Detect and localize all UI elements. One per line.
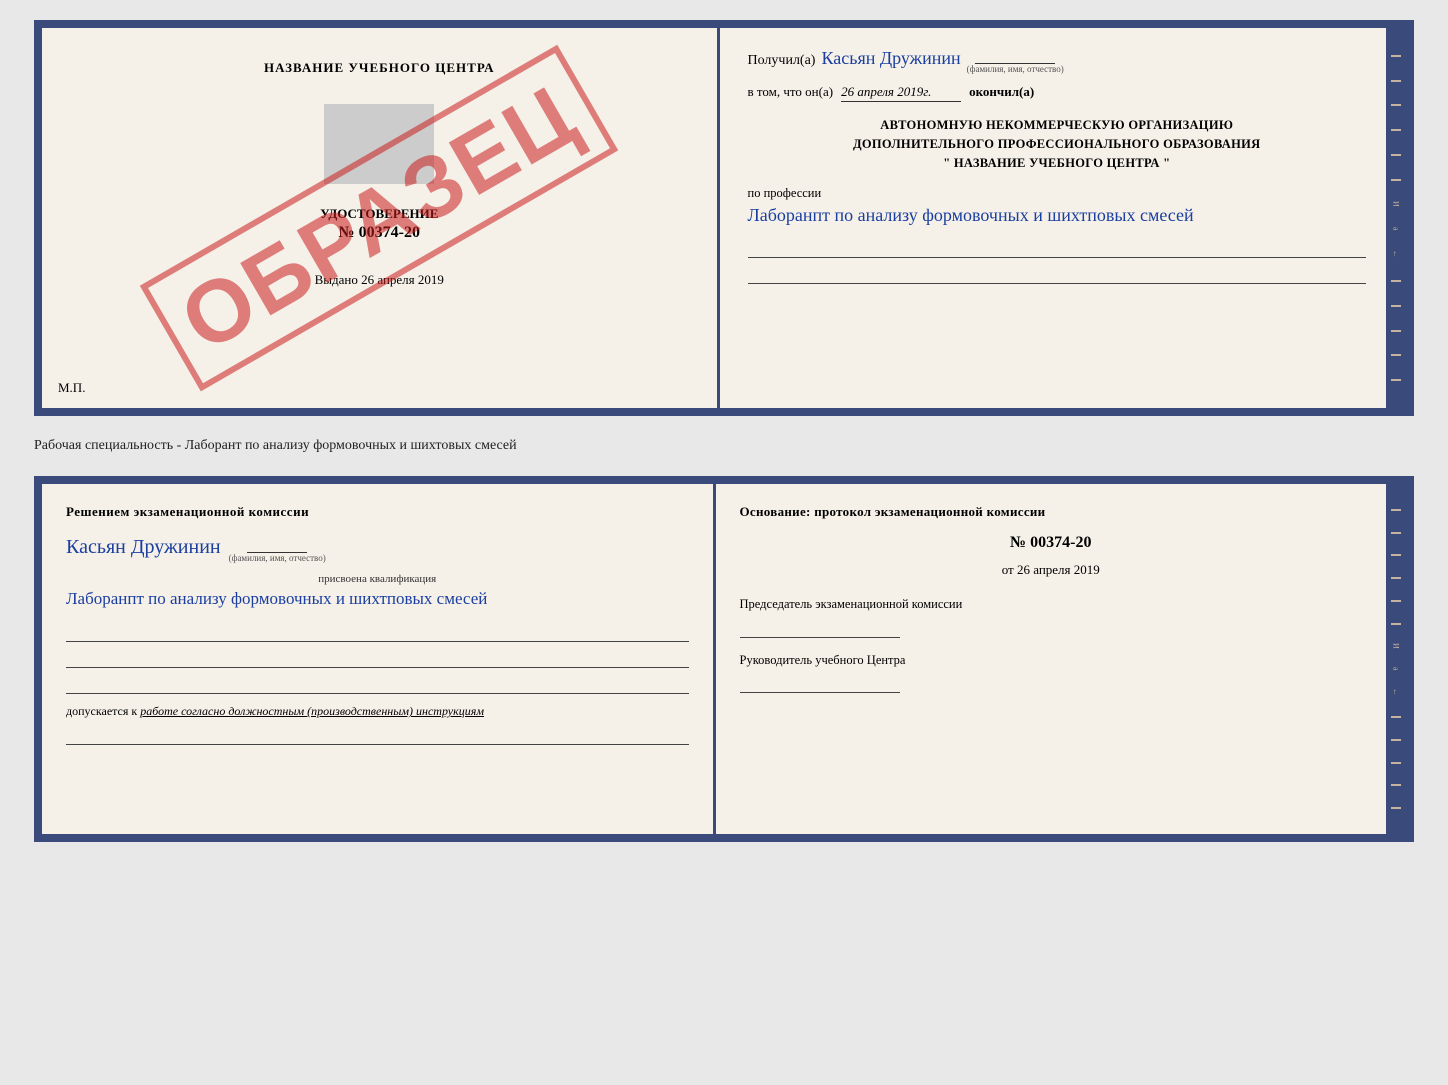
dopusk-text: работе согласно должностным (производств…	[140, 704, 484, 718]
bottom-left-panel: Решением экзаменационной комиссии Касьян…	[42, 484, 713, 834]
certificate-number: 00374-20	[359, 224, 420, 241]
vydano-date: 26 апреля 2019	[361, 272, 444, 287]
sig-line-2	[66, 648, 689, 668]
ot-date-value: 26 апреля 2019	[1017, 562, 1100, 577]
dash-7	[1391, 280, 1401, 282]
signature-lines	[66, 622, 689, 694]
udost-label: УДОСТОВЕРЕНИЕ	[320, 206, 438, 222]
po-prof-line: по профессии	[748, 186, 1367, 201]
poluchil-label: Получил(а)	[748, 53, 816, 69]
org-line2: ДОПОЛНИТЕЛЬНОГО ПРОФЕССИОНАЛЬНОГО ОБРАЗО…	[748, 135, 1367, 154]
photo-placeholder	[324, 104, 434, 184]
edge-label-и: И	[1392, 201, 1401, 208]
num-prefix: №	[339, 224, 355, 241]
predsedatel-label: Председатель экзаменационной комиссии	[740, 596, 1363, 614]
blank-line-1	[748, 238, 1367, 258]
prisvoyena-label: присвоена квалификация	[66, 573, 689, 585]
poluchil-line: Получил(а) Касьян Дружинин (фамилия, имя…	[748, 48, 1367, 74]
b-dash-10	[1391, 784, 1401, 786]
predsedatel-section: Председатель экзаменационной комиссии	[740, 596, 1363, 638]
org-block: АВТОНОМНУЮ НЕКОММЕРЧЕСКУЮ ОРГАНИЗАЦИЮ ДО…	[748, 116, 1367, 172]
vydano-label: Выдано	[315, 272, 358, 287]
b-dash-4	[1391, 577, 1401, 579]
bottom-right-edge-dashes: И а ←	[1386, 484, 1406, 834]
protocol-num-prefix: №	[1010, 534, 1026, 551]
b-dash-9	[1391, 762, 1401, 764]
b-edge-label-и: И	[1392, 643, 1401, 650]
dash-2	[1391, 80, 1401, 82]
dopusk-line	[66, 725, 689, 745]
completion-date: 26 апреля 2019г.	[841, 84, 961, 102]
bottom-name-sublabel: (фамилия, имя, отчество)	[229, 553, 326, 563]
dash-8	[1391, 305, 1401, 307]
ot-date-line: от 26 апреля 2019	[740, 562, 1363, 578]
top-left-panel: НАЗВАНИЕ УЧЕБНОГО ЦЕНТРА УДОСТОВЕРЕНИЕ №…	[42, 28, 717, 408]
dash-10	[1391, 354, 1401, 356]
mp-label: М.П.	[58, 380, 85, 396]
qualification-hand: Лаборанпт по анализу формовочных и шихтп…	[66, 585, 689, 612]
school-title: НАЗВАНИЕ УЧЕБНОГО ЦЕНТРА	[264, 60, 495, 76]
dash-3	[1391, 104, 1401, 106]
right-edge-dashes: И а ←	[1386, 28, 1406, 408]
sig-line-3	[66, 674, 689, 694]
org-line1: АВТОНОМНУЮ НЕКОММЕРЧЕСКУЮ ОРГАНИЗАЦИЮ	[748, 116, 1367, 135]
blank-line-2	[748, 264, 1367, 284]
org-name: " НАЗВАНИЕ УЧЕБНОГО ЦЕНТРА "	[748, 154, 1367, 173]
b-edge-label-a: а	[1392, 667, 1401, 672]
edge-label-arrow: ←	[1392, 250, 1401, 259]
dash-4	[1391, 129, 1401, 131]
rukovoditel-label: Руководитель учебного Центра	[740, 652, 1363, 670]
name-sublabel: (фамилия, имя, отчество)	[967, 64, 1064, 74]
dash-9	[1391, 330, 1401, 332]
sig-line-1	[66, 622, 689, 642]
bottom-right-panel: Основание: протокол экзаменационной коми…	[716, 484, 1387, 834]
okonchill-label: окончил(а)	[969, 84, 1034, 100]
dopuskaetsya-line: допускается к работе согласно должностны…	[66, 704, 689, 719]
b-dash-1	[1391, 509, 1401, 511]
dash-11	[1391, 379, 1401, 381]
b-dash-3	[1391, 554, 1401, 556]
b-dash-7	[1391, 716, 1401, 718]
bottom-certificate-card: Решением экзаменационной комиссии Касьян…	[34, 476, 1414, 842]
rukovoditel-sig-line	[740, 673, 900, 693]
vtom-line: в том, что он(а) 26 апреля 2019г. окончи…	[748, 84, 1367, 102]
recipient-name: Касьян Дружинин	[821, 48, 960, 69]
protocol-num-value: 00374-20	[1030, 534, 1091, 551]
b-dash-2	[1391, 532, 1401, 534]
po-prof-label: по профессии	[748, 186, 822, 200]
top-right-panel: Получил(а) Касьян Дружинин (фамилия, имя…	[720, 28, 1387, 408]
ot-prefix: от	[1002, 562, 1014, 577]
b-dash-11	[1391, 807, 1401, 809]
edge-label-a: а	[1392, 227, 1401, 232]
vtom-label: в том, что он(а)	[748, 84, 834, 100]
dash-1	[1391, 55, 1401, 57]
osnov-label: Основание: протокол экзаменационной коми…	[740, 504, 1363, 520]
protocol-number: № 00374-20	[740, 534, 1363, 552]
b-dash-5	[1391, 600, 1401, 602]
dash-6	[1391, 179, 1401, 181]
b-dash-6	[1391, 623, 1401, 625]
prisvoyena-section: присвоена квалификация Лаборанпт по анал…	[66, 573, 689, 612]
dopusk-label: допускается к	[66, 704, 137, 718]
profession-handwriting: Лаборанпт по анализу формовочных и шихтп…	[748, 201, 1367, 230]
middle-text: Рабочая специальность - Лаборант по анал…	[34, 434, 1414, 458]
rukovoditel-section: Руководитель учебного Центра	[740, 652, 1363, 694]
resheniem-label: Решением экзаменационной комиссии	[66, 504, 689, 520]
dash-5	[1391, 154, 1401, 156]
b-edge-label-arrow: ←	[1392, 688, 1401, 697]
b-dash-8	[1391, 739, 1401, 741]
top-certificate-card: НАЗВАНИЕ УЧЕБНОГО ЦЕНТРА УДОСТОВЕРЕНИЕ №…	[34, 20, 1414, 416]
bottom-name-line: Касьян Дружинин (фамилия, имя, отчество)	[66, 536, 689, 563]
predsedatel-sig-line	[740, 618, 900, 638]
bottom-recipient-name: Касьян Дружинин	[66, 536, 221, 559]
